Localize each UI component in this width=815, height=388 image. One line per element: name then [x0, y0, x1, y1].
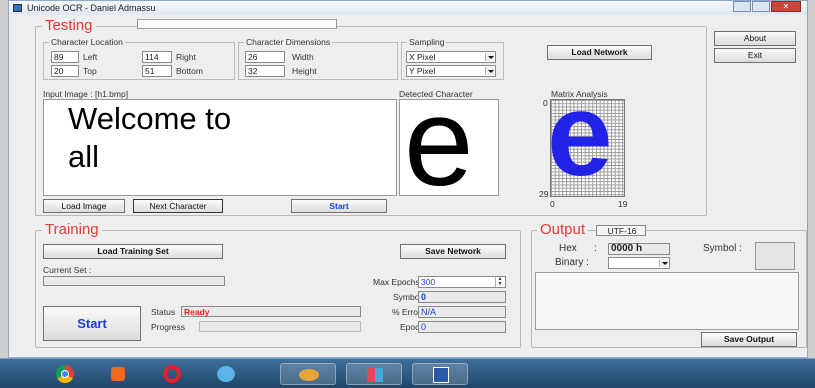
load-network-button[interactable]: Load Network	[547, 45, 652, 60]
left-label: Left	[83, 52, 98, 62]
maximize-button[interactable]	[752, 1, 770, 12]
opera-icon[interactable]	[152, 363, 192, 385]
top-label: Top	[83, 66, 97, 76]
x-sampling-value: X Pixel	[409, 52, 436, 62]
status-label: Status	[151, 307, 176, 317]
training-start-button[interactable]: Start	[43, 306, 141, 341]
media-player-icon[interactable]	[98, 363, 138, 385]
epoch-value: 0	[418, 321, 506, 333]
hex-separator: :	[594, 243, 597, 254]
title-bar: Unicode OCR - Daniel Admassu ✕	[9, 1, 807, 15]
right-input[interactable]: 114	[142, 51, 172, 63]
word-icon[interactable]	[412, 363, 468, 385]
input-image-panel: Welcome to all	[43, 99, 397, 196]
testing-title: Testing	[42, 18, 96, 33]
hex-value: 0000 h	[608, 243, 670, 255]
matrix-character: e	[550, 99, 613, 197]
paint-icon[interactable]	[280, 363, 336, 385]
detected-character-label: Detected Character	[399, 89, 473, 99]
progress-bar	[199, 321, 361, 332]
error-label: % Error	[392, 307, 421, 317]
chevron-down-icon[interactable]	[659, 259, 668, 267]
max-epochs-input[interactable]: 300 ▴ ▾	[418, 276, 506, 288]
exit-button[interactable]: Exit	[714, 48, 796, 63]
current-set-label: Current Set :	[43, 265, 92, 275]
spinner-icon[interactable]: ▴ ▾	[495, 276, 504, 287]
chevron-down-icon[interactable]	[485, 53, 494, 61]
max-epochs-value: 300	[421, 277, 436, 287]
symbol-box	[755, 242, 795, 270]
input-image-label: Input Image : [h1.bmp]	[43, 89, 129, 99]
next-character-button[interactable]: Next Character	[133, 199, 223, 213]
width-input[interactable]: 26	[245, 51, 285, 63]
width-label: Width	[292, 52, 314, 62]
window-title: Unicode OCR - Daniel Admassu	[27, 3, 156, 13]
output-title: Output	[537, 222, 589, 237]
bottom-label: Bottom	[176, 66, 203, 76]
minimize-button[interactable]	[733, 1, 751, 12]
load-image-button[interactable]: Load Image	[43, 199, 125, 213]
save-output-button[interactable]: Save Output	[701, 332, 797, 347]
top-status-field	[137, 19, 337, 29]
y-sampling-select[interactable]: Y Pixel	[406, 65, 496, 77]
output-textarea[interactable]	[535, 272, 799, 330]
chevron-down-icon[interactable]	[485, 67, 494, 75]
training-title: Training	[42, 222, 102, 237]
detected-character-panel: e	[399, 99, 499, 196]
matrix-analysis-label: Matrix Analysis	[551, 89, 608, 99]
chrome-icon[interactable]	[44, 363, 84, 385]
matrix-grid: e	[550, 99, 625, 197]
symbols-value: 0	[418, 291, 506, 303]
hex-label: Hex	[559, 243, 577, 254]
taskbar	[0, 358, 815, 388]
testing-start-button[interactable]: Start	[291, 199, 387, 213]
max-epochs-label: Max Epochs	[373, 277, 420, 287]
top-input[interactable]: 20	[51, 65, 79, 77]
input-text-line2: all	[68, 139, 100, 174]
app-icon	[13, 4, 22, 12]
height-label: Height	[292, 66, 317, 76]
matrix-bottom-label: 29	[539, 189, 549, 199]
character-location-caption: Character Location	[49, 37, 125, 47]
progress-label: Progress	[151, 322, 186, 332]
save-network-button[interactable]: Save Network	[400, 244, 506, 259]
bottom-input[interactable]: 51	[142, 65, 172, 77]
right-label: Right	[176, 52, 196, 62]
about-button[interactable]: About	[714, 31, 796, 46]
load-training-set-button[interactable]: Load Training Set	[43, 244, 223, 259]
window-controls: ✕	[733, 1, 801, 12]
binary-select[interactable]	[608, 257, 670, 269]
sampling-caption: Sampling	[407, 37, 447, 47]
current-set-field	[43, 276, 225, 286]
binary-label: Binary :	[555, 257, 589, 268]
symbol-label: Symbol :	[703, 243, 742, 254]
window-icon[interactable]	[346, 363, 402, 385]
matrix-x0-label: 0	[550, 199, 555, 209]
encoding-field: UTF-16	[596, 225, 646, 236]
input-text-line1: Welcome to	[68, 101, 232, 136]
error-value: N/A	[418, 306, 506, 318]
character-dimensions-caption: Character Dimensions	[244, 37, 333, 47]
browser-icon[interactable]	[206, 363, 246, 385]
detected-character-glyph: e	[404, 99, 474, 196]
height-input[interactable]: 32	[245, 65, 285, 77]
matrix-x1-label: 19	[618, 199, 628, 209]
status-value: Ready	[181, 306, 361, 317]
y-sampling-value: Y Pixel	[409, 66, 436, 76]
matrix-top-label: 0	[543, 98, 548, 108]
close-button[interactable]: ✕	[771, 1, 801, 12]
x-sampling-select[interactable]: X Pixel	[406, 51, 496, 63]
left-input[interactable]: 89	[51, 51, 79, 63]
app-window: Unicode OCR - Daniel Admassu ✕ Testing C…	[8, 0, 808, 358]
